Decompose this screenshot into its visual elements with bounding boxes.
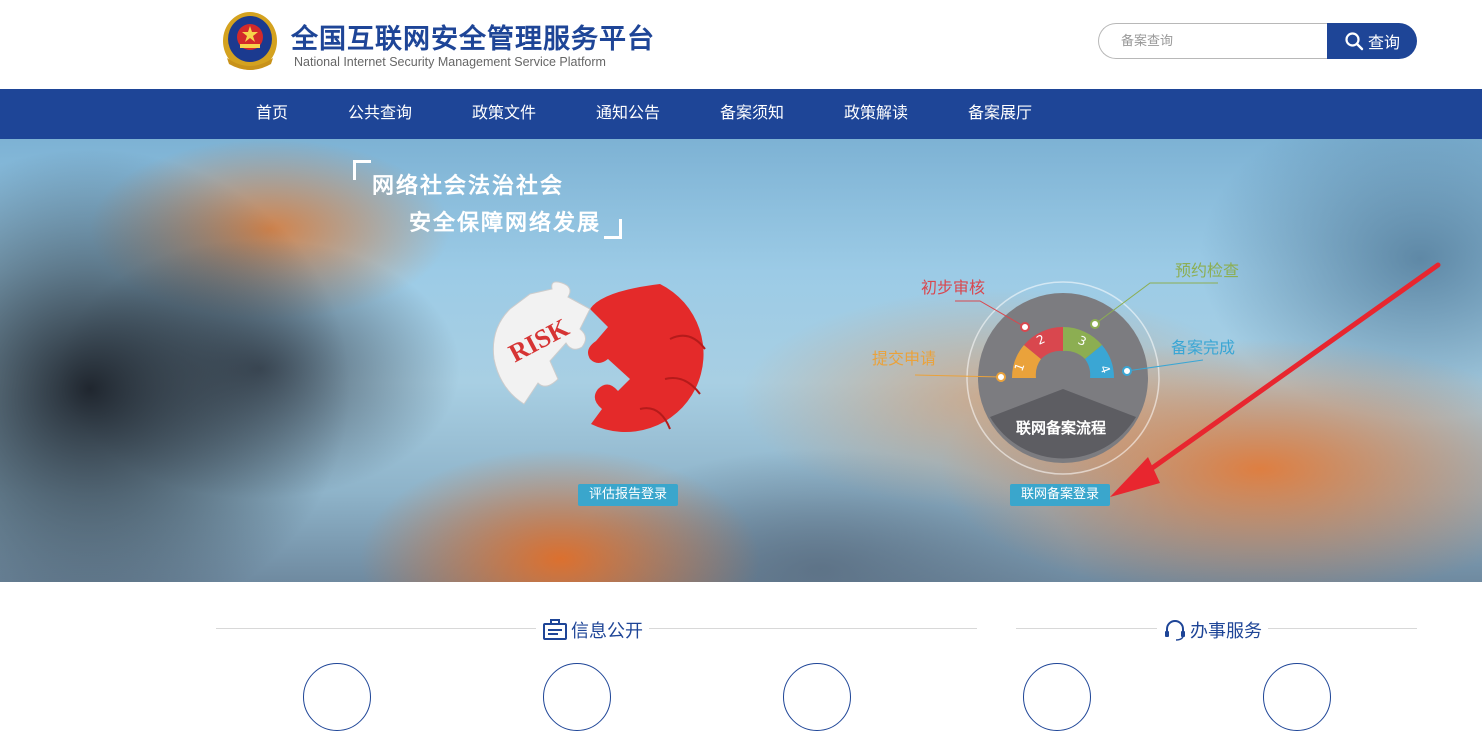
nav-home[interactable]: 首页 bbox=[256, 89, 288, 139]
nav-policy-interpretation[interactable]: 政策解读 bbox=[844, 89, 908, 139]
slogan-line-2: 安全保障网络发展 bbox=[409, 211, 602, 236]
site-title: 全国互联网安全管理服务平台 bbox=[291, 24, 655, 55]
nav-public-query[interactable]: 公共查询 bbox=[348, 89, 412, 139]
red-arrow-annotation bbox=[1110, 262, 1441, 497]
search-icon bbox=[1345, 32, 1364, 51]
eval-report-login-button[interactable]: 评估报告登录 bbox=[578, 484, 678, 506]
nav-policy-documents[interactable]: 政策文件 bbox=[472, 89, 536, 139]
service-circle-icon-1[interactable] bbox=[1023, 663, 1091, 731]
info-briefcase-icon bbox=[543, 619, 567, 640]
nav-filing-showcase[interactable]: 备案展厅 bbox=[968, 89, 1032, 139]
hero-banner: 网络社会法治社会 安全保障网络发展 RISK 评估报告登录 1 2 3 4 提交… bbox=[0, 139, 1482, 582]
info-circle-icon-3[interactable] bbox=[783, 663, 851, 731]
search-input[interactable] bbox=[1098, 23, 1330, 59]
slogan-bracket-close bbox=[604, 219, 622, 239]
service-circle-icon-2[interactable] bbox=[1263, 663, 1331, 731]
slogan-bracket-open bbox=[353, 160, 371, 180]
flow-center-label: 联网备案流程 bbox=[1016, 419, 1107, 437]
main-nav: 首页 公共查询 政策文件 通知公告 备案须知 政策解读 备案展厅 bbox=[0, 89, 1482, 139]
site-header: 全国互联网安全管理服务平台 National Internet Security… bbox=[0, 0, 1482, 89]
info-circle-icon-2[interactable] bbox=[543, 663, 611, 731]
info-section-title: 信息公开 bbox=[536, 617, 649, 643]
slogan-line-1: 网络社会法治社会 bbox=[372, 174, 565, 199]
site-subtitle: National Internet Security Management Se… bbox=[294, 55, 606, 69]
service-section-title: 办事服务 bbox=[1157, 617, 1268, 643]
filing-login-button[interactable]: 联网备案登录 bbox=[1010, 484, 1110, 506]
risk-puzzle-graphic[interactable]: RISK bbox=[490, 279, 750, 459]
info-section-label: 信息公开 bbox=[571, 621, 643, 642]
service-section-label: 办事服务 bbox=[1190, 621, 1262, 642]
nav-announcements[interactable]: 通知公告 bbox=[596, 89, 660, 139]
police-emblem-logo[interactable] bbox=[221, 10, 279, 72]
flow-step-review: 初步审核 bbox=[921, 278, 986, 297]
headset-icon bbox=[1165, 620, 1185, 641]
flow-step-submit: 提交申请 bbox=[872, 349, 937, 368]
nav-filing-notes[interactable]: 备案须知 bbox=[720, 89, 784, 139]
info-circle-icon-1[interactable] bbox=[303, 663, 371, 731]
search-button-label: 查询 bbox=[1367, 35, 1400, 52]
search-button[interactable]: 查询 bbox=[1327, 23, 1417, 59]
